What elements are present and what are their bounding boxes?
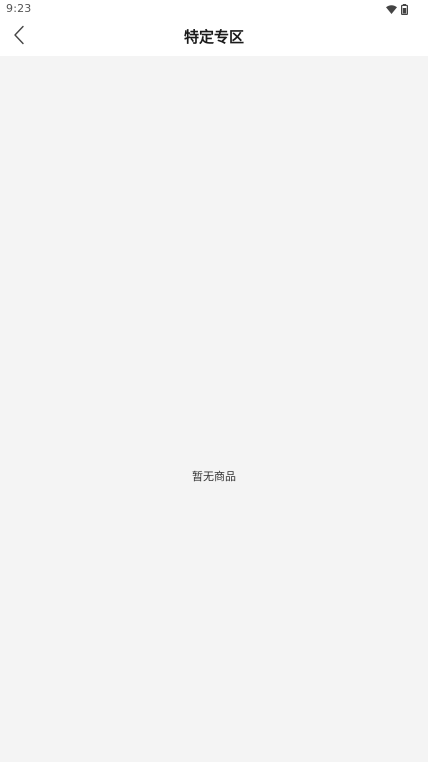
content-area: 暂无商品 [0, 56, 428, 762]
nav-bar: 特定专区 [0, 18, 428, 56]
status-time: 9:23 [6, 2, 32, 15]
status-bar: 9:23 [0, 0, 428, 18]
battery-icon [401, 3, 408, 15]
status-icons [386, 3, 408, 15]
empty-state-message: 暂无商品 [192, 470, 236, 483]
page-title: 特定专区 [183, 28, 244, 46]
wifi-icon [386, 4, 397, 14]
screen: 9:23 特定专区 暂无商品 [0, 0, 428, 762]
